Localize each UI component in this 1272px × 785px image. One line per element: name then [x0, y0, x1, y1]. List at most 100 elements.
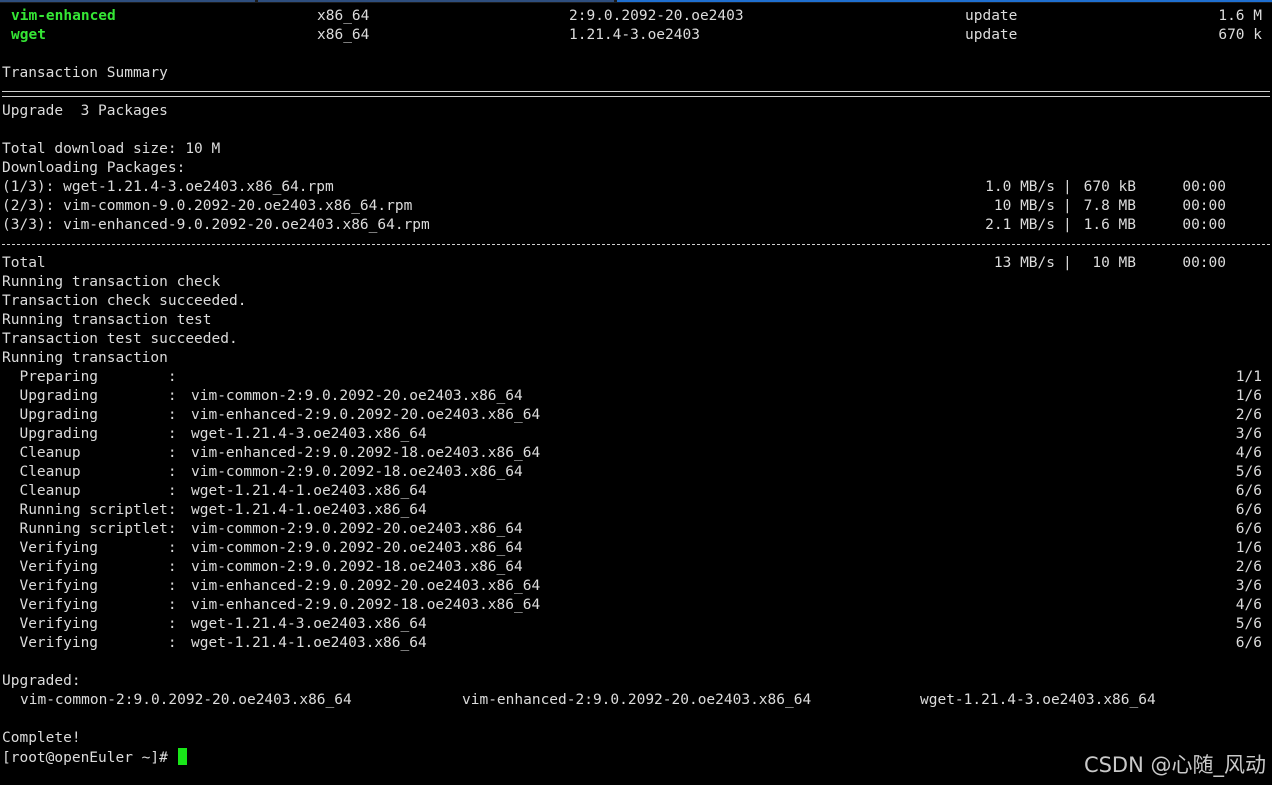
step-action: Running scriptlet: [2, 521, 177, 537]
status-message-text: Running transaction test [2, 312, 212, 328]
total-size: 10 MB [1092, 255, 1136, 271]
download-divider: | [1063, 179, 1072, 195]
step-package: vim-common-2:9.0.2092-20.oe2403.x86_64 [191, 540, 523, 556]
total-download-text: Total download size: 10 M [2, 141, 221, 157]
upgraded-package: vim-common-2:9.0.2092-20.oe2403.x86_64 [20, 692, 352, 708]
downloading-title: Downloading Packages: [0, 159, 1272, 178]
upgraded-title: Upgraded: [0, 672, 1272, 691]
download-label: (3/3): vim-enhanced-9.0.2092-20.oe2403.x… [2, 217, 430, 233]
step-row: Verifying : vim-common-2:9.0.2092-20.oe24… [0, 539, 1272, 558]
shell-prompt[interactable]: [root@openEuler ~]# [2, 748, 187, 768]
step-count: 2/6 [1235, 559, 1262, 575]
package-version: 2:9.0.2092-20.oe2403 [569, 8, 744, 24]
tab-strip-segment [0, 0, 255, 2]
step-count: 6/6 [1235, 521, 1262, 537]
tab-strip-segment [617, 0, 1272, 2]
package-arch: x86_64 [317, 27, 370, 43]
package-size: 1.6 M [1218, 8, 1262, 24]
package-name: vim-enhanced [11, 8, 116, 24]
status-message-text: Transaction test succeeded. [2, 331, 238, 347]
download-size: 7.8 MB [1083, 198, 1136, 214]
step-action: Upgrading : [2, 388, 177, 404]
step-package: wget-1.21.4-1.oe2403.x86_64 [191, 483, 427, 499]
download-size: 670 kB [1083, 179, 1136, 195]
step-count: 6/6 [1235, 635, 1262, 651]
total-download-line: Total download size: 10 M [0, 140, 1272, 159]
package-arch: x86_64 [317, 8, 370, 24]
downloading-title-text: Downloading Packages: [2, 160, 186, 176]
step-row: Verifying : wget-1.21.4-1.oe2403.x86_64 6/… [0, 634, 1272, 653]
step-package: wget-1.21.4-3.oe2403.x86_64 [191, 426, 427, 442]
download-label: (2/3): vim-common-9.0.2092-20.oe2403.x86… [2, 198, 413, 214]
status-message: Transaction check succeeded. [0, 292, 1272, 311]
step-row: Cleanup : wget-1.21.4-1.oe2403.x86_64 6/6 [0, 482, 1272, 501]
package-repo: update [965, 8, 1018, 24]
package-version: 1.21.4-3.oe2403 [569, 27, 700, 43]
step-action: Verifying : [2, 597, 177, 613]
step-count: 4/6 [1235, 445, 1262, 461]
separator-line [0, 83, 1272, 102]
step-row: Upgrading : vim-common-2:9.0.2092-20.oe24… [0, 387, 1272, 406]
step-action: Verifying : [2, 635, 177, 651]
step-row: Running scriptlet: wget-1.21.4-1.oe2403.x… [0, 501, 1272, 520]
step-count: 3/6 [1235, 578, 1262, 594]
download-divider: | [1063, 198, 1072, 214]
upgraded-title-text: Upgraded: [2, 673, 81, 689]
step-count: 2/6 [1235, 407, 1262, 423]
download-row: (3/3): vim-enhanced-9.0.2092-20.oe2403.x… [0, 216, 1272, 235]
watermark: CSDN @心随_风动 [1083, 753, 1266, 777]
step-row: Upgrading : vim-enhanced-2:9.0.2092-20.oe… [0, 406, 1272, 425]
prompt-line[interactable]: [root@openEuler ~]# [0, 748, 1272, 767]
step-count: 3/6 [1235, 426, 1262, 442]
step-count: 5/6 [1235, 464, 1262, 480]
step-count: 4/6 [1235, 597, 1262, 613]
step-count: 1/6 [1235, 540, 1262, 556]
step-count: 6/6 [1235, 483, 1262, 499]
step-row: Cleanup : vim-enhanced-2:9.0.2092-18.oe24… [0, 444, 1272, 463]
status-message: Running transaction [0, 349, 1272, 368]
step-package: wget-1.21.4-1.oe2403.x86_64 [191, 635, 427, 651]
step-row: Upgrading : wget-1.21.4-3.oe2403.x86_64 3/… [0, 425, 1272, 444]
tab-strip-segment [258, 0, 614, 2]
step-action: Cleanup : [2, 483, 177, 499]
download-row: (1/3): wget-1.21.4-3.oe2403.x86_64.rpm 1… [0, 178, 1272, 197]
text-cursor[interactable] [177, 748, 187, 765]
status-message-text: Running transaction [2, 350, 168, 366]
package-row: vim-enhanced x86_64 2:9.0.2092-20.oe2403… [0, 7, 1272, 26]
status-message: Running transaction test [0, 311, 1272, 330]
step-action: Verifying : [2, 540, 177, 556]
download-speed: 1.0 MB/s [985, 179, 1055, 195]
download-label: (1/3): wget-1.21.4-3.oe2403.x86_64.rpm [2, 179, 334, 195]
summary-title: Transaction Summary [0, 64, 1272, 83]
step-action: Running scriptlet: [2, 502, 177, 518]
download-speed: 10 MB/s [993, 198, 1055, 214]
terminal-window[interactable]: vim-enhanced x86_64 2:9.0.2092-20.oe2403… [0, 0, 1272, 785]
step-row: Running scriptlet: vim-common-2:9.0.2092-… [0, 520, 1272, 539]
double-rule [2, 91, 1270, 97]
upgraded-package: wget-1.21.4-3.oe2403.x86_64 [920, 692, 1156, 708]
step-action: Verifying : [2, 559, 177, 575]
step-package: vim-enhanced-2:9.0.2092-18.oe2403.x86_64 [191, 597, 541, 613]
step-action: Verifying : [2, 578, 177, 594]
step-row: Verifying : vim-common-2:9.0.2092-18.oe24… [0, 558, 1272, 577]
step-row: Verifying : wget-1.21.4-3.oe2403.x86_64 5/… [0, 615, 1272, 634]
step-count: 6/6 [1235, 502, 1262, 518]
download-row: (2/3): vim-common-9.0.2092-20.oe2403.x86… [0, 197, 1272, 216]
package-name: wget [11, 27, 46, 43]
download-time: 00:00 [1182, 217, 1226, 233]
upgrade-count-text: Upgrade 3 Packages [2, 103, 168, 119]
total-speed: 13 MB/s [993, 255, 1055, 271]
step-package: vim-common-2:9.0.2092-18.oe2403.x86_64 [191, 559, 523, 575]
package-size: 670 k [1218, 27, 1262, 43]
total-row: Total 13 MB/s | 10 MB 00:00 [0, 254, 1272, 273]
upgraded-package: vim-enhanced-2:9.0.2092-20.oe2403.x86_64 [462, 692, 812, 708]
total-divider: | [1063, 255, 1072, 271]
step-action: Preparing : [2, 369, 177, 385]
prompt-text: [root@openEuler ~]# [2, 750, 177, 766]
status-message: Transaction test succeeded. [0, 330, 1272, 349]
total-time: 00:00 [1182, 255, 1226, 271]
step-package: vim-common-2:9.0.2092-20.oe2403.x86_64 [191, 388, 523, 404]
